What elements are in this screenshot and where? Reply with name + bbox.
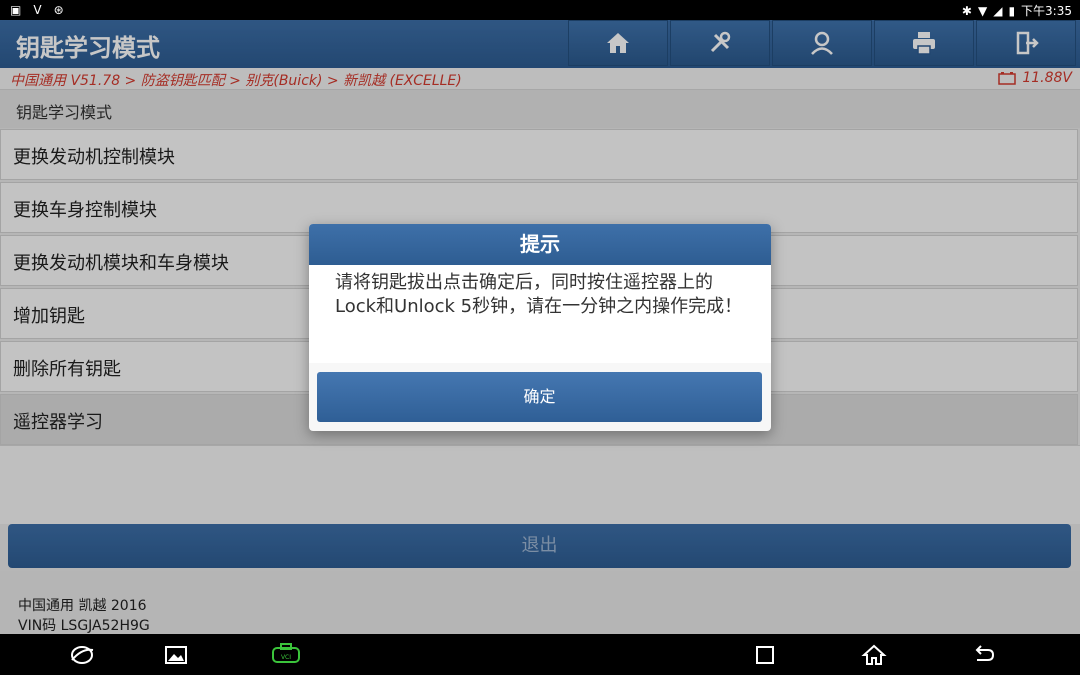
dialog-title: 提示: [309, 224, 771, 265]
image-notification-icon: ▣: [10, 3, 22, 17]
recents-icon[interactable]: [752, 642, 778, 668]
signal-icon: ◢: [993, 3, 1003, 18]
dialog-message: 请将钥匙拔出点击确定后，同时按住遥控器上的Lock和Unlock 5秒钟，请在一…: [309, 265, 771, 363]
gallery-icon[interactable]: [163, 642, 189, 668]
wifi-icon: ▼: [977, 3, 988, 18]
prompt-dialog: 提示 请将钥匙拔出点击确定后，同时按住遥控器上的Lock和Unlock 5秒钟，…: [309, 224, 771, 431]
back-icon[interactable]: [971, 642, 997, 668]
navigation-bar: VCI: [0, 634, 1080, 675]
browser-icon[interactable]: [69, 642, 95, 668]
usb-debug-icon: ᐯ: [33, 3, 42, 17]
status-bar: ▣ ᐯ ⊛ ✱ ▼ ◢ ▮ 下午3:35: [0, 0, 1080, 20]
clock: 下午3:35: [1021, 4, 1072, 18]
bluetooth-icon: ✱: [961, 3, 972, 18]
home-nav-icon[interactable]: [861, 642, 887, 668]
settings-notification-icon: ⊛: [53, 3, 64, 17]
battery-icon: ▮: [1008, 3, 1016, 18]
vci-icon[interactable]: VCI: [271, 642, 301, 668]
confirm-button[interactable]: 确定: [317, 372, 762, 422]
svg-text:VCI: VCI: [281, 654, 291, 661]
